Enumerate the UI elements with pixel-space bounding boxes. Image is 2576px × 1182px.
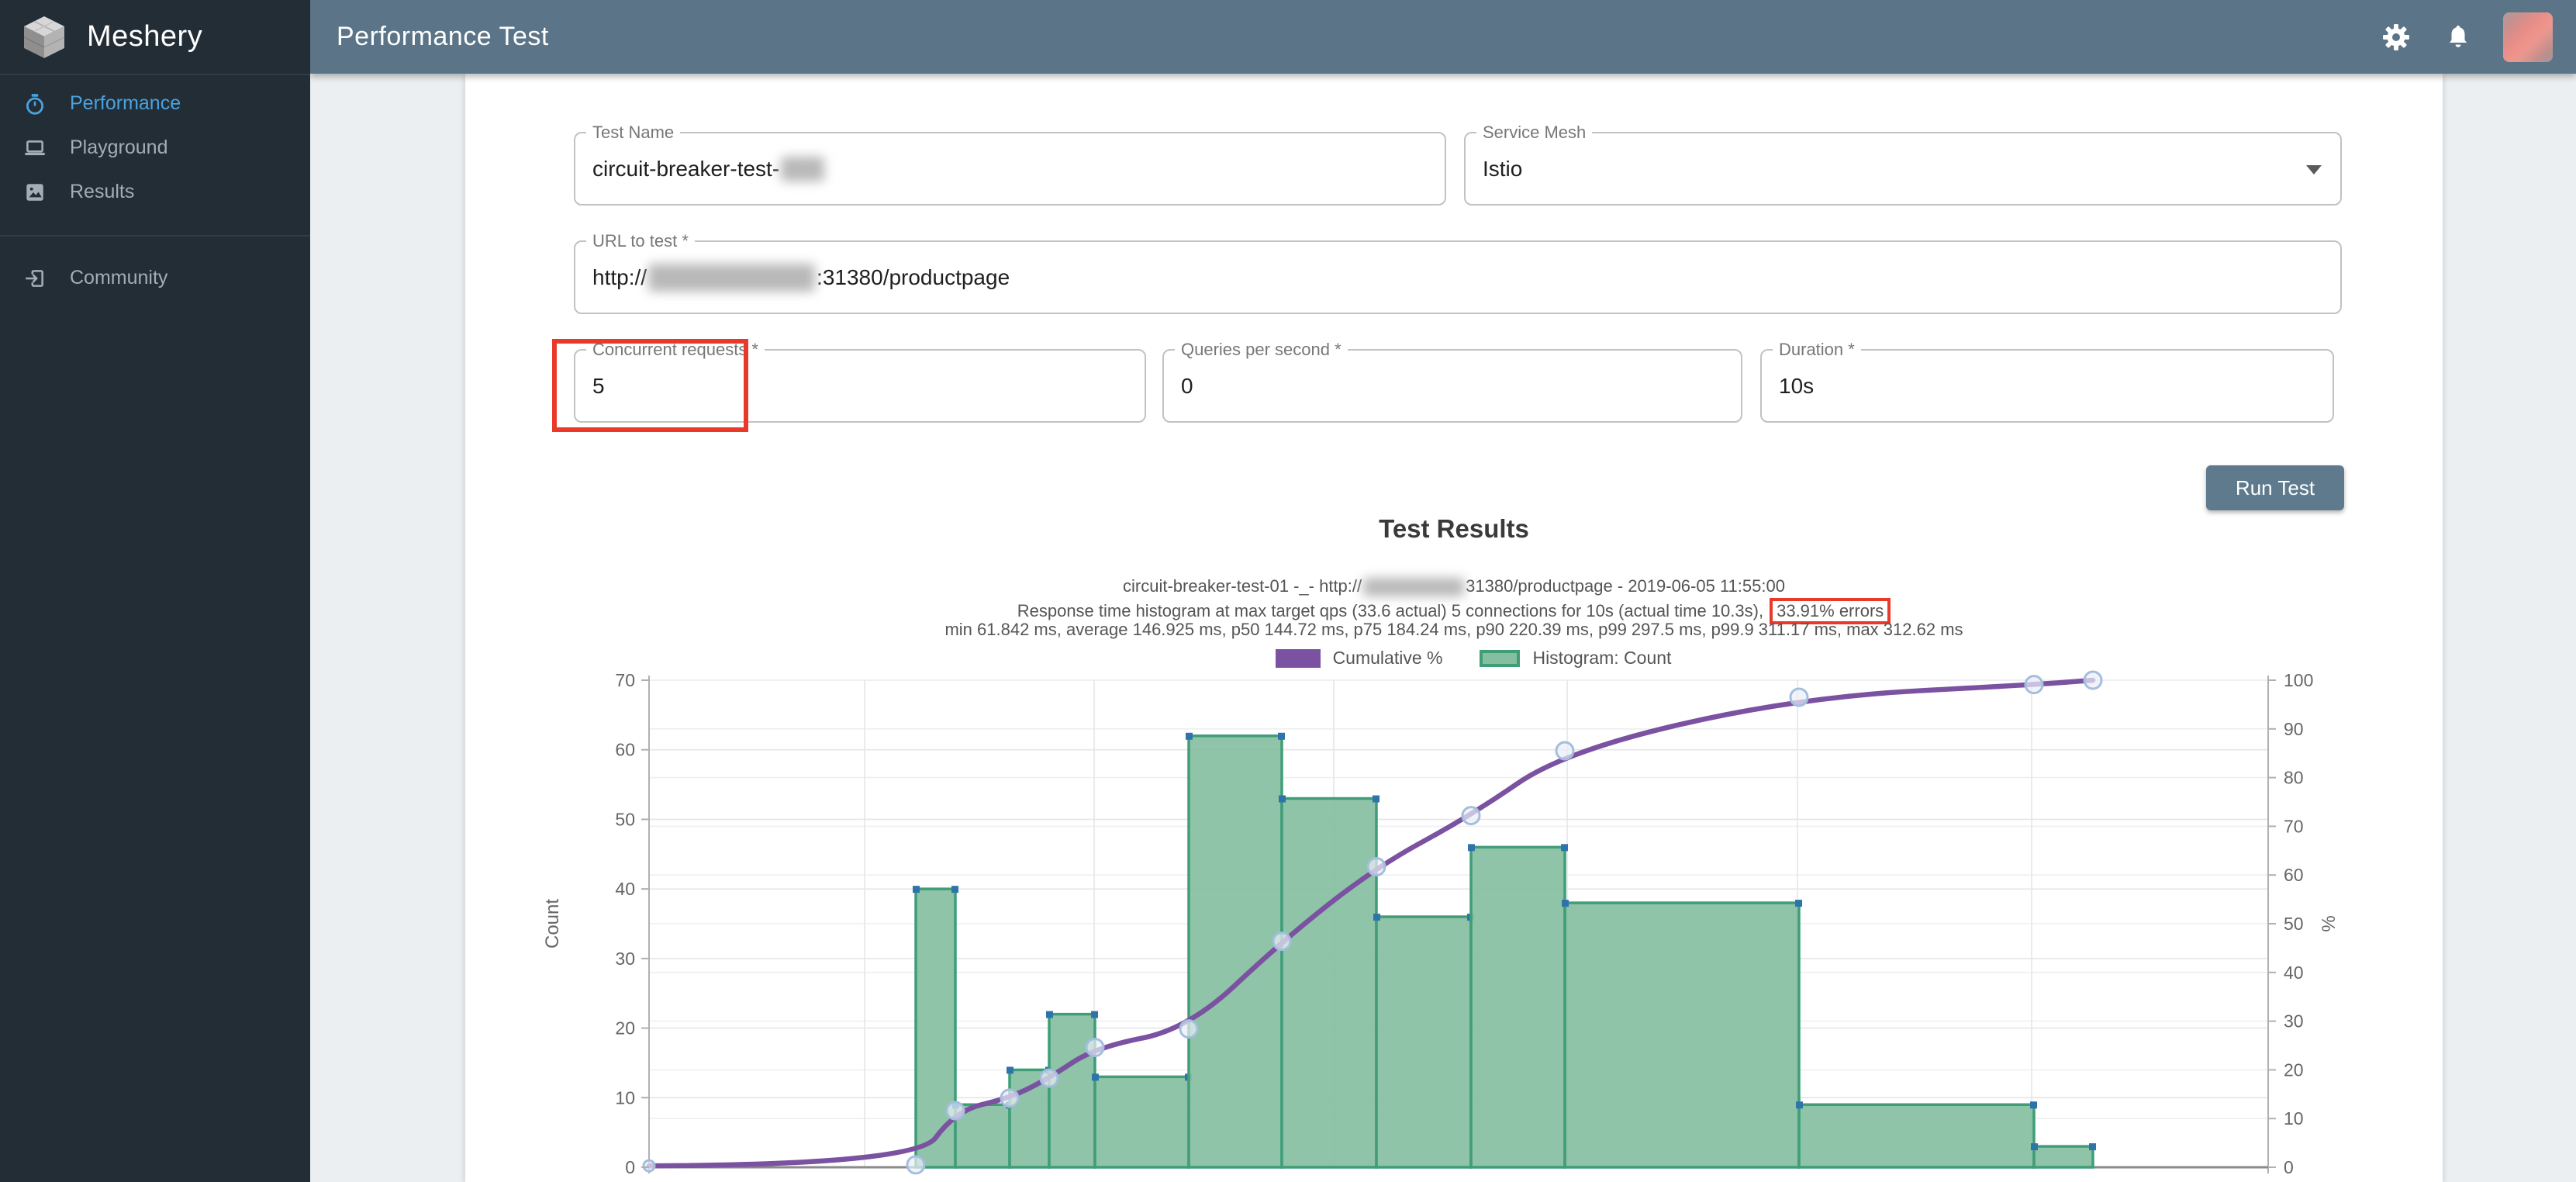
sidebar-item-label: Results <box>70 181 134 203</box>
svg-text:%: % <box>2319 915 2339 931</box>
sidebar-item-performance[interactable]: Performance <box>0 81 310 126</box>
svg-text:50: 50 <box>615 809 635 829</box>
avatar-image <box>2503 12 2553 62</box>
notifications-button[interactable] <box>2441 20 2475 54</box>
image-chart-icon <box>23 181 47 204</box>
svg-text:70: 70 <box>2284 816 2304 836</box>
content-card: Test Name circuit-breaker-test- Service … <box>465 74 2443 1182</box>
svg-text:10: 10 <box>615 1087 635 1108</box>
laptop-icon <box>23 137 47 160</box>
redacted-text <box>781 157 824 181</box>
app-root: Meshery Performance Playground <box>0 0 2576 1182</box>
svg-text:20: 20 <box>615 1018 635 1039</box>
svg-text:50: 50 <box>2284 914 2304 934</box>
legend-swatch-line <box>1276 649 1321 668</box>
sidebar-item-label: Performance <box>70 92 181 115</box>
legend-label: Histogram: Count <box>1532 648 1671 669</box>
page-title: Performance Test <box>337 22 549 52</box>
bell-icon <box>2443 22 2473 52</box>
sidebar-item-label: Playground <box>70 137 167 159</box>
url-field[interactable]: URL to test * http:// :31380/productpage <box>574 240 2342 314</box>
qps-field[interactable]: Queries per second * 0 <box>1162 349 1742 423</box>
concurrent-requests-field[interactable]: Concurrent requests * 5 <box>574 349 1146 423</box>
gear-icon <box>2381 22 2412 53</box>
sidebar-nav: Performance Playground Results <box>0 75 310 300</box>
result-meta-line1-prefix: circuit-breaker-test-01 -_- http:// <box>1123 576 1362 596</box>
svg-text:20: 20 <box>2284 1059 2304 1080</box>
duration-field[interactable]: Duration * 10s <box>1760 349 2334 423</box>
concurrent-requests-label: Concurrent requests * <box>586 340 765 360</box>
stopwatch-icon <box>23 92 47 116</box>
legend-swatch-bar <box>1480 650 1520 667</box>
results-heading: Test Results <box>465 514 2443 544</box>
sidebar: Meshery Performance Playground <box>0 0 310 1182</box>
chevron-down-icon <box>2306 165 2322 175</box>
result-meta-line1-suffix: 31380/productpage - 2019-06-05 11:55:00 <box>1466 576 1785 596</box>
result-meta-line1: circuit-breaker-test-01 -_- http:// 31380… <box>465 576 2443 596</box>
svg-text:60: 60 <box>615 740 635 760</box>
legend-label: Cumulative % <box>1333 648 1443 669</box>
sidebar-item-community[interactable]: Community <box>0 256 310 300</box>
sidebar-item-label: Community <box>70 267 167 289</box>
run-test-label: Run Test <box>2236 476 2315 500</box>
qps-label: Queries per second * <box>1175 340 1348 360</box>
service-mesh-select[interactable]: Service Mesh Istio <box>1464 132 2342 206</box>
duration-value: 10s <box>1779 374 1814 399</box>
svg-text:70: 70 <box>615 670 635 690</box>
run-test-button[interactable]: Run Test <box>2206 465 2344 510</box>
results-chart: Cumulative % Histogram: Count 0 10 20 30 40 5… <box>535 648 2412 1182</box>
redacted-text <box>1363 578 1464 596</box>
svg-text:0: 0 <box>2284 1157 2294 1177</box>
chart-legend: Cumulative % Histogram: Count <box>535 648 2412 669</box>
legend-item-histogram[interactable]: Histogram: Count <box>1480 648 1671 669</box>
svg-text:80: 80 <box>2284 768 2304 788</box>
concurrent-requests-value: 5 <box>592 374 605 399</box>
results-chart-svg: 0 10 20 30 40 50 60 70 0 10 20 30 40 50 60 70 80 90 100 Cou… <box>535 648 2412 1182</box>
settings-button[interactable] <box>2379 20 2413 54</box>
svg-text:90: 90 <box>2284 719 2304 739</box>
svg-text:Count: Count <box>542 899 563 949</box>
exit-to-app-icon <box>23 267 47 290</box>
service-mesh-value: Istio <box>1483 157 1522 181</box>
url-value-prefix: http:// <box>592 265 647 290</box>
meshery-logo <box>20 13 68 61</box>
svg-text:10: 10 <box>2284 1108 2304 1128</box>
sidebar-item-playground[interactable]: Playground <box>0 126 310 170</box>
svg-text:40: 40 <box>615 879 635 899</box>
svg-text:60: 60 <box>2284 865 2304 885</box>
qps-value: 0 <box>1181 374 1193 399</box>
svg-text:100: 100 <box>2284 670 2313 690</box>
svg-text:40: 40 <box>2284 963 2304 983</box>
url-value-suffix: :31380/productpage <box>817 265 1010 290</box>
legend-item-cumulative[interactable]: Cumulative % <box>1276 648 1443 669</box>
chart-bars <box>913 733 2096 1167</box>
avatar[interactable] <box>2503 12 2553 62</box>
brand-name: Meshery <box>87 20 202 54</box>
result-meta-line3: min 61.842 ms, average 146.925 ms, p50 1… <box>465 620 2443 640</box>
errors-value: 33.91% errors <box>1777 601 1884 620</box>
svg-text:30: 30 <box>615 949 635 969</box>
test-name-field[interactable]: Test Name circuit-breaker-test- <box>574 132 1446 206</box>
svg-text:30: 30 <box>2284 1011 2304 1032</box>
test-name-value: circuit-breaker-test- <box>592 157 779 181</box>
redacted-text <box>648 264 815 292</box>
header: Performance Test <box>310 0 2576 74</box>
sidebar-item-results[interactable]: Results <box>0 170 310 214</box>
sidebar-divider <box>0 235 310 237</box>
result-meta-line2-text: Response time histogram at max target qp… <box>1017 601 1763 620</box>
brand: Meshery <box>0 0 310 75</box>
svg-text:0: 0 <box>625 1157 635 1177</box>
